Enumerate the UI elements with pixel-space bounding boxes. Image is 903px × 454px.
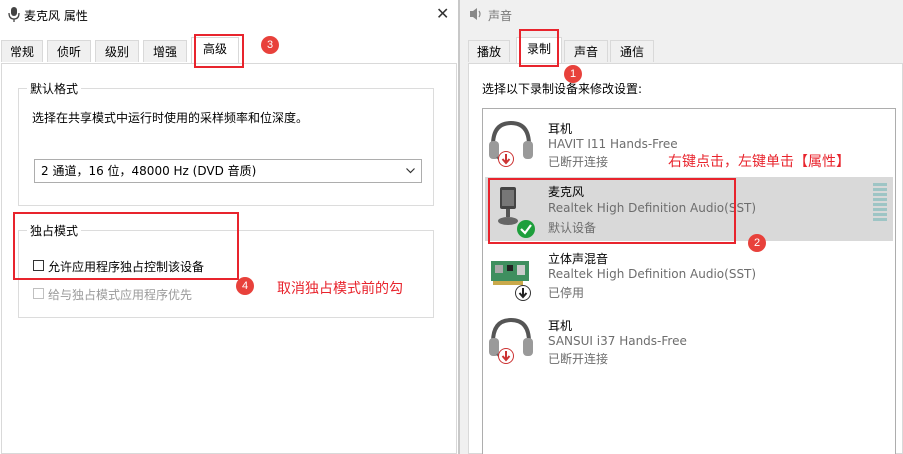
disabled-arrow-icon <box>515 285 531 301</box>
highlight-recording-tab <box>519 29 559 67</box>
tab-levels[interactable]: 级别 <box>95 40 139 62</box>
device-item[interactable]: 立体声混音 Realtek High Definition Audio(SST)… <box>485 247 893 311</box>
window-title: 麦克风 属性 <box>24 9 88 23</box>
highlight-advanced-tab <box>194 34 244 68</box>
device-status: 已停用 <box>548 286 585 300</box>
highlight-exclusive-mode <box>13 212 239 280</box>
device-status: 已断开连接 <box>548 155 609 169</box>
format-description: 选择在共享模式中运行时使用的采样频率和位深度。 <box>32 111 309 125</box>
step-badge-1: 1 <box>564 65 582 83</box>
device-status: 已断开连接 <box>548 352 609 366</box>
tab-playback[interactable]: 播放 <box>468 40 510 62</box>
annotation-uncheck: 取消独占模式前的勾 <box>277 281 403 297</box>
device-desc: Realtek High Definition Audio(SST) <box>548 267 757 281</box>
tab-communications[interactable]: 通信 <box>610 40 654 62</box>
device-desc: SANSUI i37 Hands-Free <box>548 334 687 348</box>
chevron-down-icon <box>406 168 415 174</box>
title-bar: 麦克风 属性 ✕ <box>0 0 458 30</box>
sound-card-icon <box>491 261 529 285</box>
level-meter <box>873 183 887 223</box>
device-name: 立体声混音 <box>548 252 609 266</box>
device-desc: HAVIT I11 Hands-Free <box>548 137 678 151</box>
format-dropdown[interactable]: 2 通道，16 位，48000 Hz (DVD 音质) <box>34 159 422 183</box>
default-format-group: 默认格式 选择在共享模式中运行时使用的采样频率和位深度。 2 通道，16 位，4… <box>18 80 434 206</box>
sound-window: 声音 播放 录制 声音 通信 选择以下录制设备来修改设置: 耳机 HAVIT I… <box>460 0 903 454</box>
priority-label: 给与独占模式应用程序优先 <box>48 288 193 302</box>
tab-enhancements[interactable]: 增强 <box>143 40 187 62</box>
speaker-icon <box>470 8 481 20</box>
format-value: 2 通道，16 位，48000 Hz (DVD 音质) <box>41 164 257 178</box>
highlight-microphone <box>488 178 736 244</box>
microphone-icon <box>8 7 20 22</box>
close-button[interactable]: ✕ <box>436 4 449 23</box>
tab-listen[interactable]: 侦听 <box>47 40 91 62</box>
device-name: 耳机 <box>548 122 573 136</box>
step-badge-2: 2 <box>748 234 766 252</box>
step-badge-3: 3 <box>261 36 279 54</box>
device-name: 耳机 <box>548 319 573 333</box>
device-item[interactable]: 耳机 SANSUI i37 Hands-Free 已断开连接 <box>485 312 893 376</box>
tab-sounds[interactable]: 声音 <box>564 40 608 62</box>
disconnected-arrow-icon <box>498 348 514 364</box>
group-label: 默认格式 <box>27 80 82 97</box>
window-title: 声音 <box>488 9 513 23</box>
tab-general[interactable]: 常规 <box>1 40 43 62</box>
annotation-right-click: 右键点击，左键单击【属性】 <box>668 154 850 170</box>
step-badge-4: 4 <box>236 277 254 295</box>
instruction-text: 选择以下录制设备来修改设置: <box>482 82 643 96</box>
properties-window: 麦克风 属性 ✕ 常规 侦听 级别 增强 高级 默认格式 选择在共享模式中运行时… <box>0 0 458 454</box>
disconnected-arrow-icon <box>498 151 514 167</box>
priority-checkbox <box>33 288 44 299</box>
